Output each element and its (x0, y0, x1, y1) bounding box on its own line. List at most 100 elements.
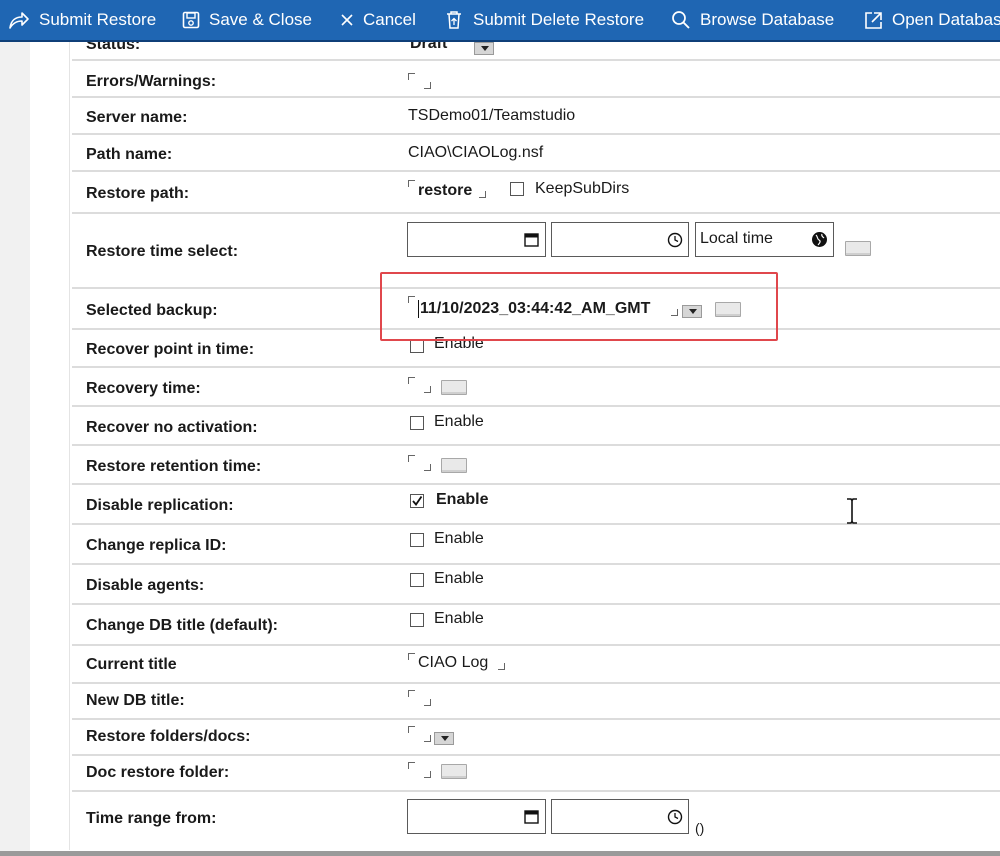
field-end-marker (498, 663, 505, 670)
share-arrow-icon (9, 12, 29, 29)
field-end-marker (479, 191, 486, 198)
time-range-label: Time range from: (86, 810, 217, 827)
field-end-marker (424, 699, 431, 706)
field-start-marker (408, 653, 415, 660)
checkmark-icon (412, 495, 423, 506)
status-dropdown-button[interactable] (474, 42, 494, 55)
recovery-time-picker-button[interactable] (441, 380, 467, 395)
restore-time-picker-button[interactable] (845, 241, 871, 256)
calendar-icon[interactable] (524, 809, 539, 824)
submit-restore-label: Submit Restore (39, 10, 157, 29)
delete-restore-icon (447, 11, 461, 29)
field-end-marker (424, 771, 431, 778)
submit-restore-button[interactable]: Submit Restore (8, 0, 156, 40)
new-title-row: New DB title: (72, 684, 1000, 720)
recover-point-checkbox[interactable] (410, 339, 424, 353)
restore-folders-label: Restore folders/docs: (86, 728, 251, 745)
open-database-label: Open Databas (892, 10, 1000, 29)
field-end-marker (424, 735, 431, 742)
field-start-marker (408, 455, 415, 462)
change-replica-row: Change replica ID: Enable (72, 525, 1000, 565)
recover-no-activation-row: Recover no activation: Enable (72, 407, 1000, 446)
disable-agents-row: Disable agents: Enable (72, 565, 1000, 605)
restore-path-label: Restore path: (86, 185, 190, 202)
recover-no-activation-option-label: Enable (434, 413, 484, 430)
field-start-marker (408, 73, 415, 80)
change-replica-option-label: Enable (434, 530, 484, 547)
doc-folder-picker-button[interactable] (441, 764, 467, 779)
field-start-marker (408, 377, 415, 384)
field-start-marker[interactable] (408, 690, 415, 697)
time-range-date-input[interactable] (407, 799, 546, 834)
change-replica-checkbox[interactable] (410, 533, 424, 547)
restore-time-select-label: Restore time select: (86, 243, 239, 260)
open-external-icon (865, 11, 882, 29)
browse-database-button[interactable]: Browse Database (671, 0, 834, 40)
path-name-value: CIAO\CIAOLog.nsf (408, 144, 544, 161)
save-close-button[interactable]: Save & Close (182, 0, 312, 40)
server-name-value: TSDemo01/Teamstudio (408, 107, 576, 124)
text-cursor-icon (847, 498, 857, 524)
time-range-suffix: () (695, 820, 705, 836)
field-start-marker (408, 762, 415, 769)
path-name-label: Path name: (86, 146, 173, 163)
restore-folders-row: Restore folders/docs: (72, 720, 1000, 756)
change-title-checkbox[interactable] (410, 613, 424, 627)
search-icon (672, 11, 690, 29)
status-row: Status: Draft (72, 42, 1000, 61)
recover-no-activation-checkbox[interactable] (410, 416, 424, 430)
restore-retention-picker-button[interactable] (441, 458, 467, 473)
change-title-row: Change DB title (default): Enable (72, 605, 1000, 646)
open-database-button[interactable]: Open Databas (864, 0, 1000, 40)
doc-folder-row: Doc restore folder: (72, 756, 1000, 792)
keepsubdirs-label: KeepSubDirs (535, 180, 630, 197)
restore-time-input[interactable] (551, 222, 689, 257)
clock-icon[interactable] (667, 232, 683, 248)
errors-warnings-label: Errors/Warnings: (86, 73, 217, 90)
restore-path-input[interactable]: restore (418, 182, 472, 200)
horizontal-scrollbar[interactable] (0, 851, 1000, 856)
change-title-option-label: Enable (434, 610, 484, 627)
calendar-icon[interactable] (524, 232, 539, 247)
current-title-value: CIAO Log (418, 654, 489, 671)
save-disk-icon (182, 11, 200, 29)
field-end-marker (424, 82, 431, 89)
timezone-input[interactable]: Local time (695, 222, 834, 257)
restore-path-row: Restore path: restore KeepSubDirs (72, 172, 1000, 214)
recover-no-activation-label: Recover no activation: (86, 419, 258, 436)
server-name-row: Server name: TSDemo01/Teamstudio (72, 98, 1000, 135)
restore-form: Status: Draft Errors/Warnings: Server na… (72, 42, 1000, 851)
submit-delete-restore-button[interactable]: Submit Delete Restore (444, 0, 644, 40)
restore-folders-dropdown-button[interactable] (434, 732, 454, 745)
disable-replication-checkbox[interactable] (410, 494, 424, 508)
change-title-label: Change DB title (default): (86, 617, 278, 634)
path-name-row: Path name: CIAO\CIAOLog.nsf (72, 135, 1000, 172)
save-close-label: Save & Close (209, 10, 312, 29)
left-gutter (0, 42, 30, 856)
restore-retention-label: Restore retention time: (86, 458, 262, 475)
restore-retention-row: Restore retention time: (72, 446, 1000, 485)
recover-point-label: Recover point in time: (86, 341, 255, 358)
browse-database-label: Browse Database (700, 10, 835, 29)
selected-backup-highlight (380, 272, 778, 341)
time-range-time-input[interactable] (551, 799, 689, 834)
server-name-label: Server name: (86, 109, 188, 126)
field-start-marker (408, 180, 415, 187)
gutter-divider (69, 42, 70, 850)
timezone-value: Local time (700, 230, 773, 247)
disable-replication-label: Disable replication: (86, 497, 234, 514)
globe-icon[interactable] (811, 231, 828, 248)
doc-folder-label: Doc restore folder: (86, 764, 230, 781)
keepsubdirs-checkbox[interactable] (510, 182, 524, 196)
restore-date-input[interactable] (407, 222, 546, 257)
selected-backup-label: Selected backup: (86, 302, 218, 319)
current-title-label: Current title (86, 656, 177, 673)
disable-agents-checkbox[interactable] (410, 573, 424, 587)
cancel-button[interactable]: Cancel (340, 0, 416, 40)
recovery-time-label: Recovery time: (86, 380, 201, 397)
close-icon (341, 14, 353, 26)
change-replica-label: Change replica ID: (86, 537, 227, 554)
recovery-time-row: Recovery time: (72, 368, 1000, 407)
clock-icon[interactable] (667, 809, 683, 825)
status-value: Draft (410, 42, 448, 52)
